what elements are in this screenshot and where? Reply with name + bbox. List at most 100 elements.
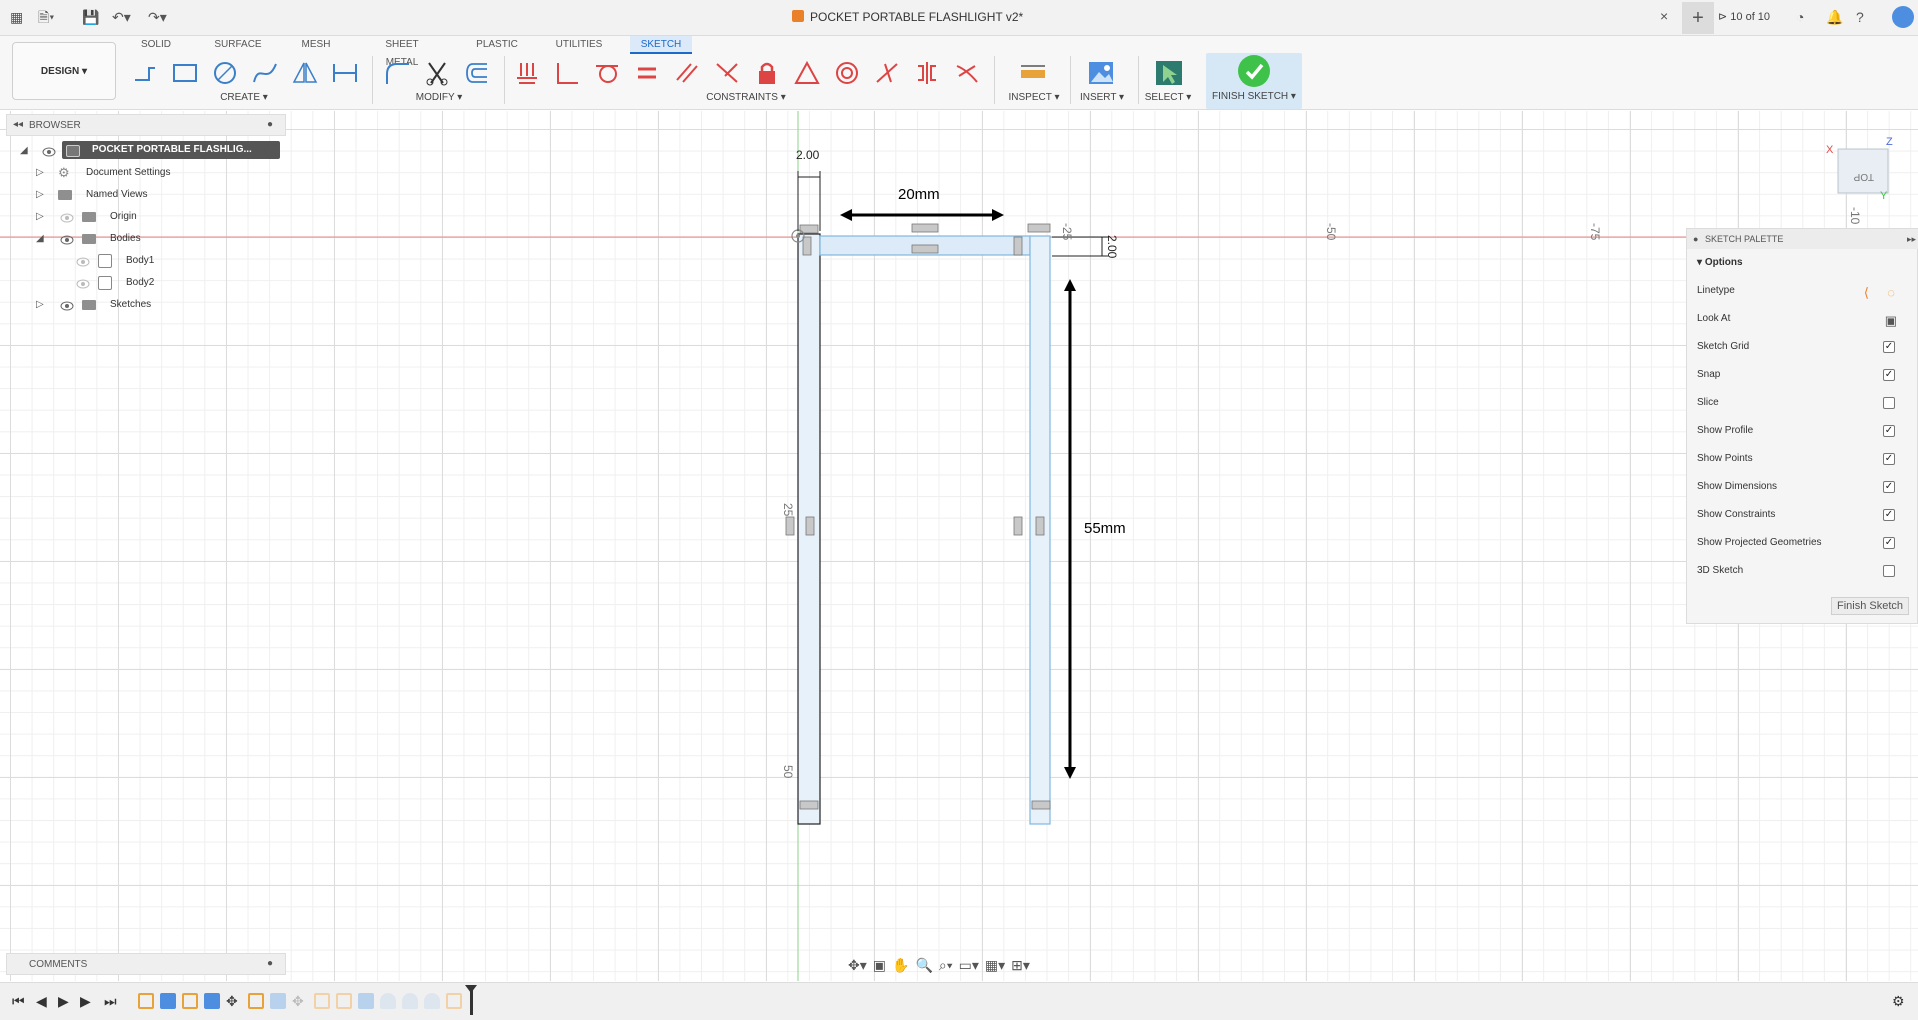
orbit-icon[interactable]: ✥▾ <box>848 957 867 974</box>
collapsed-triangle-icon[interactable]: ▷ <box>36 208 44 226</box>
pin-icon[interactable]: ● <box>267 958 273 969</box>
measure-tool-icon[interactable] <box>1016 58 1050 88</box>
select-tool-icon[interactable] <box>1152 58 1186 88</box>
vertical-constraint-glyph[interactable] <box>1013 516 1023 536</box>
save-icon[interactable]: 💾 <box>82 8 99 26</box>
perpendicular-constraint-icon[interactable] <box>550 58 584 88</box>
activate-radio-icon[interactable] <box>264 144 278 158</box>
palette-header[interactable]: ● SKETCH PALETTE ▸▸ <box>1687 229 1918 249</box>
rectangle-tool-icon[interactable] <box>168 58 202 88</box>
modify-group-label[interactable]: MODIFY ▾ <box>404 92 474 103</box>
view-cube-face[interactable] <box>1837 148 1889 194</box>
zoom-icon[interactable]: 🔍 <box>915 957 932 974</box>
vertical-constraint-glyph[interactable] <box>1013 236 1023 256</box>
pin-icon[interactable]: ● <box>1693 229 1698 249</box>
timeline-feature-suppressed[interactable] <box>270 993 286 1009</box>
hidden-eye-icon[interactable] <box>76 256 90 267</box>
horizontal-constraint-glyph[interactable] <box>1027 223 1051 233</box>
hidden-eye-icon[interactable] <box>76 278 90 289</box>
tree-item-body2[interactable]: Body2 <box>6 274 286 292</box>
fix-constraint-lock-icon[interactable] <box>750 58 784 88</box>
tab-solid[interactable]: SOLID <box>132 36 180 54</box>
3d-sketch-checkbox[interactable] <box>1883 565 1895 577</box>
root-component-label[interactable]: POCKET PORTABLE FLASHLIG... <box>62 141 280 159</box>
tree-item-bodies[interactable]: ◢ Bodies <box>6 230 286 248</box>
trim-tool-icon[interactable] <box>420 58 454 88</box>
construction-linetype-icon[interactable]: ⟨ <box>1864 283 1869 303</box>
insert-group-label[interactable]: INSERT ▾ <box>1076 92 1128 103</box>
slice-checkbox[interactable] <box>1883 397 1895 409</box>
dimension-side-width[interactable]: 2.00 <box>1105 235 1119 259</box>
workspace-switcher[interactable]: DESIGN ▾ <box>12 42 116 100</box>
palette-finish-sketch-button[interactable]: Finish Sketch <box>1831 597 1909 615</box>
job-status[interactable]: ⊳ 10 of 10 <box>1718 10 1770 23</box>
expanded-triangle-icon[interactable]: ◢ <box>20 142 28 160</box>
concentric-constraint-icon[interactable] <box>830 58 864 88</box>
tree-root[interactable]: ◢ POCKET PORTABLE FLASHLIG... <box>6 141 286 160</box>
visibility-eye-icon[interactable] <box>60 234 74 245</box>
timeline-feature-suppressed[interactable] <box>446 993 462 1009</box>
tree-item-document-settings[interactable]: ▷ ⚙ Document Settings <box>6 164 286 182</box>
tree-item-named-views[interactable]: ▷ Named Views <box>6 186 286 204</box>
timeline-feature-extrude[interactable] <box>204 993 220 1009</box>
timeline-marker-head-icon[interactable] <box>465 985 477 993</box>
redo-icon[interactable]: ↷▾ <box>148 8 167 26</box>
notifications-icon[interactable]: 🔔 <box>1826 8 1843 26</box>
create-group-label[interactable]: CREATE ▾ <box>208 92 280 103</box>
step-back-icon[interactable]: ◀ <box>36 993 47 1010</box>
circle-tool-icon[interactable] <box>208 58 242 88</box>
tangent-constraint-icon[interactable] <box>590 58 624 88</box>
play-icon[interactable]: ▶ <box>58 993 69 1010</box>
fit-icon[interactable]: ⌕▾ <box>939 957 953 974</box>
mirror-tool-icon[interactable] <box>288 58 322 88</box>
timeline-feature-move[interactable]: ✥ <box>226 993 242 1009</box>
browser-header[interactable]: ◂◂ BROWSER ● <box>6 114 286 136</box>
clock-icon[interactable]: ◔ <box>1796 8 1804 26</box>
inspect-group-label[interactable]: INSPECT ▾ <box>1004 92 1064 103</box>
dimension-tool-icon[interactable] <box>328 58 362 88</box>
collapsed-triangle-icon[interactable]: ▷ <box>36 296 44 314</box>
timeline-settings-gear-icon[interactable]: ⚙ <box>1892 993 1905 1010</box>
timeline-feature-suppressed[interactable] <box>402 993 418 1009</box>
timeline-feature-suppressed[interactable] <box>314 993 330 1009</box>
look-at-icon[interactable]: ▣ <box>873 957 886 974</box>
vertical-constraint-glyph[interactable] <box>802 236 812 256</box>
collapsed-triangle-icon[interactable]: ▷ <box>36 186 44 204</box>
insert-image-icon[interactable] <box>1084 58 1118 88</box>
view-cube[interactable]: TOP X Y Z <box>1826 136 1893 202</box>
tab-sheet-metal[interactable]: SHEET METAL <box>368 36 436 68</box>
undo-icon[interactable]: ↶▾ <box>112 8 131 26</box>
go-to-start-icon[interactable]: ⏮ <box>12 993 25 1010</box>
sketch-grid-checkbox[interactable]: ✓ <box>1883 341 1895 353</box>
constraints-group-label[interactable]: CONSTRAINTS ▾ <box>704 92 788 103</box>
avatar[interactable] <box>1892 6 1914 28</box>
tree-item-sketches[interactable]: ▷ Sketches <box>6 296 286 314</box>
tab-surface[interactable]: SURFACE <box>210 36 266 54</box>
viewports-icon[interactable]: ⊞▾ <box>1011 957 1030 974</box>
equal-constraint-icon[interactable] <box>630 58 664 88</box>
timeline-feature-suppressed[interactable] <box>358 993 374 1009</box>
timeline-feature-sketch[interactable] <box>138 993 154 1009</box>
close-tab-button[interactable]: × <box>1660 8 1668 24</box>
horizontal-vertical-constraint-icon[interactable] <box>710 58 744 88</box>
show-points-checkbox[interactable]: ✓ <box>1883 453 1895 465</box>
timeline-feature-suppressed[interactable] <box>336 993 352 1009</box>
midpoint-constraint-icon[interactable] <box>790 58 824 88</box>
visibility-eye-icon[interactable] <box>42 146 56 157</box>
comments-panel[interactable]: COMMENTS ● <box>6 953 286 975</box>
horizontal-constraint-glyph[interactable] <box>1031 800 1051 810</box>
app-grid-icon[interactable]: ▦ <box>10 8 23 26</box>
step-forward-icon[interactable]: ▶ <box>80 993 91 1010</box>
tab-mesh[interactable]: MESH <box>296 36 336 54</box>
collapsed-triangle-icon[interactable]: ▷ <box>36 164 44 182</box>
sketch-geometry[interactable]: 2.00 2.00 20mm 55mm -25 -50 -75 -10 25 5… <box>0 111 1918 981</box>
visibility-eye-icon[interactable] <box>60 300 74 311</box>
collinear-constraint-icon[interactable] <box>870 58 904 88</box>
horizontal-constraint-glyph[interactable] <box>799 800 819 810</box>
sketch-canvas[interactable]: 2.00 2.00 20mm 55mm -25 -50 -75 -10 25 5… <box>0 111 1918 981</box>
hidden-eye-icon[interactable] <box>60 212 74 223</box>
new-tab-button[interactable]: + <box>1682 2 1714 34</box>
finish-sketch-button[interactable]: FINISH SKETCH ▾ <box>1206 53 1302 109</box>
expand-palette-icon[interactable]: ▸▸ <box>1907 229 1916 249</box>
pin-icon[interactable]: ● <box>267 119 273 130</box>
